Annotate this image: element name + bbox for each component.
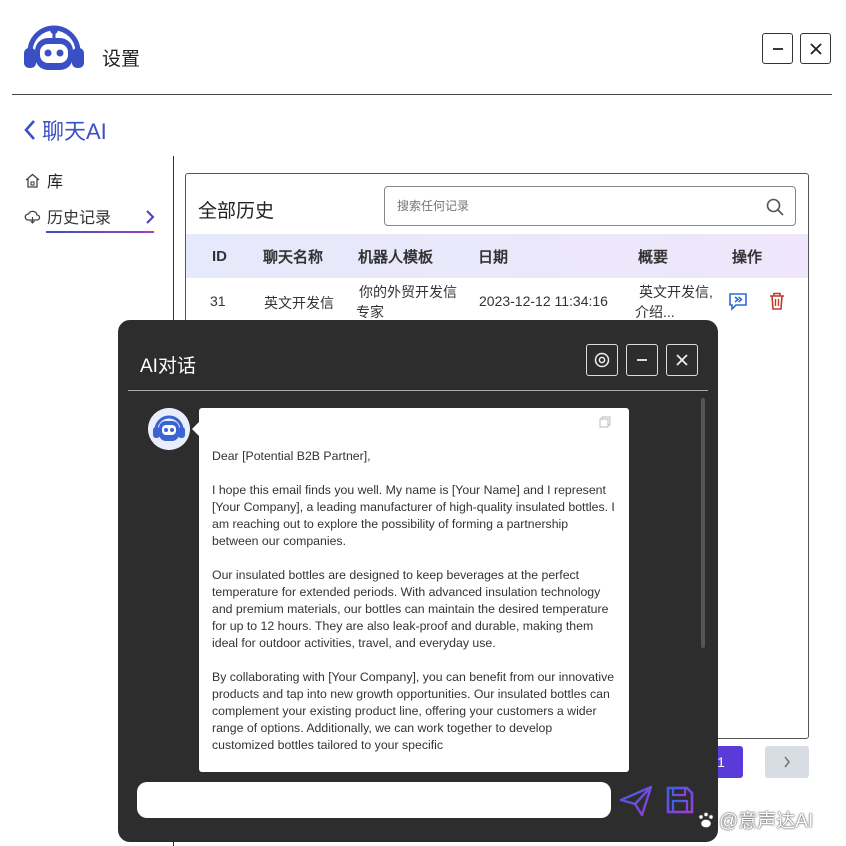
chat-title: AI对话: [140, 356, 196, 377]
cloud-icon: [24, 210, 41, 224]
close-icon: [676, 354, 688, 366]
message-paragraph: I hope this email finds you well. My nam…: [212, 483, 615, 548]
copy-icon[interactable]: [599, 416, 611, 428]
cell-template-line2: 专家: [356, 304, 384, 320]
chat-divider: [128, 390, 708, 391]
back-label: 聊天AI: [42, 119, 107, 144]
cell-date: 2023-12-12 11:34:16: [479, 293, 608, 309]
minimize-button[interactable]: [762, 33, 793, 64]
search-input[interactable]: [397, 199, 757, 213]
chat-minimize-button[interactable]: [626, 344, 658, 376]
minus-icon: [637, 359, 647, 361]
home-icon: [25, 173, 40, 188]
robot-logo-icon: [24, 25, 84, 70]
search-icon[interactable]: [765, 197, 785, 217]
column-header: ID: [212, 247, 227, 265]
chat-scrollbar[interactable]: [701, 398, 705, 648]
save-icon[interactable]: [664, 784, 696, 816]
open-chat-icon[interactable]: [727, 290, 749, 312]
message-paragraph: By collaborating with [Your Company], yo…: [212, 670, 615, 752]
chevron-right-icon: [784, 756, 791, 768]
send-icon[interactable]: [618, 784, 654, 818]
table-row[interactable]: 31 英文开发信 你的外贸开发信 专家 2023-12-12 11:34:16 …: [186, 278, 808, 324]
chat-settings-button[interactable]: [586, 344, 618, 376]
message-paragraph: Our insulated bottles are designed to ke…: [212, 568, 609, 650]
sidebar-item-history[interactable]: 历史记录: [24, 204, 111, 228]
sidebar-item-label: 历史记录: [47, 210, 112, 227]
sidebar-item-label: 库: [47, 174, 64, 191]
settings-window: 设置 聊天AI 库 历史记录 全部历史 ID 聊天名称 机器人模板 日期 概要: [0, 0, 846, 846]
bot-avatar: [148, 408, 190, 450]
column-header: 概要: [638, 248, 669, 266]
chevron-right-icon: [146, 210, 155, 224]
next-page-button[interactable]: [765, 746, 809, 778]
table-header: ID 聊天名称 机器人模板 日期 概要 操作: [186, 234, 808, 278]
column-header: 机器人模板: [358, 248, 434, 266]
chat-message-input[interactable]: [137, 782, 611, 818]
search-box[interactable]: [384, 186, 796, 226]
cell-name: 英文开发信: [264, 295, 334, 311]
ai-chat-dialog: AI对话 Dear [Potential B2B Partner], I hop…: [118, 320, 718, 842]
cell-summary-line1: 英文开发信,: [639, 284, 713, 300]
back-link[interactable]: 聊天AI: [22, 114, 107, 146]
minus-icon: [772, 47, 783, 50]
chevron-left-icon: [24, 120, 35, 140]
header-divider: [12, 94, 832, 95]
trash-icon[interactable]: [766, 290, 788, 312]
column-header: 操作: [732, 248, 763, 266]
close-icon: [809, 42, 822, 55]
close-button[interactable]: [800, 33, 831, 64]
column-header: 聊天名称: [263, 248, 324, 266]
chat-close-button[interactable]: [666, 344, 698, 376]
message-paragraph: Dear [Potential B2B Partner],: [212, 449, 371, 463]
cell-id: 31: [210, 293, 226, 309]
settings-icon: [594, 352, 610, 368]
cell-template-line1: 你的外贸开发信: [359, 284, 457, 300]
column-header: 日期: [478, 248, 509, 266]
watermark: @意声达AI: [696, 806, 813, 833]
panel-title: 全部历史: [198, 201, 275, 222]
robot-icon: [148, 408, 190, 450]
ai-message-bubble: Dear [Potential B2B Partner], I hope thi…: [199, 408, 629, 772]
active-indicator: [46, 231, 154, 233]
cell-summary-line2: 介绍...: [635, 304, 675, 320]
window-title: 设置: [102, 49, 141, 70]
paw-icon: [698, 811, 714, 828]
sidebar-item-library[interactable]: 库: [24, 168, 63, 192]
bubble-arrow: [192, 422, 199, 436]
watermark-text: @意声达AI: [719, 811, 814, 832]
